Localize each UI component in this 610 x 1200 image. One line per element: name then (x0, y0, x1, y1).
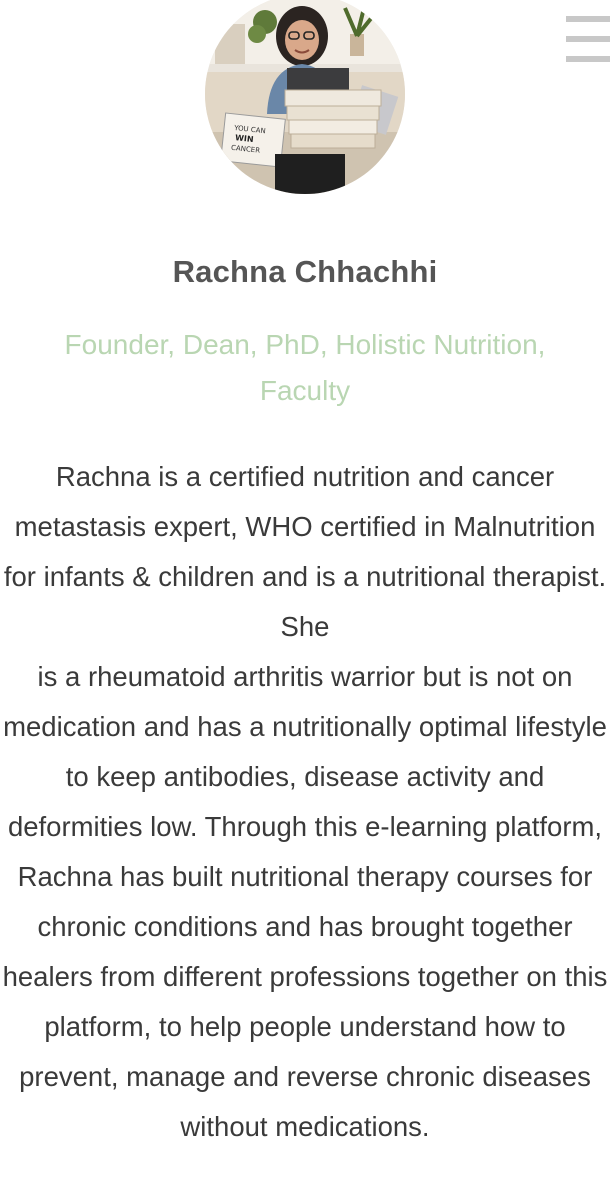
svg-text:WIN: WIN (235, 133, 254, 144)
menu-bar (566, 16, 610, 22)
profile-bio: Rachna is a certified nutrition and canc… (2, 461, 608, 1142)
profile-role: Founder, Dean, PhD, Holistic Nutrition, … (64, 329, 546, 406)
hamburger-menu-button[interactable] (566, 14, 610, 62)
menu-bar (566, 56, 610, 62)
menu-bar (566, 36, 610, 42)
profile-name: Rachna Chhachhi (172, 254, 438, 289)
profile-photo: YOU CAN WIN CANCER (205, 0, 405, 194)
